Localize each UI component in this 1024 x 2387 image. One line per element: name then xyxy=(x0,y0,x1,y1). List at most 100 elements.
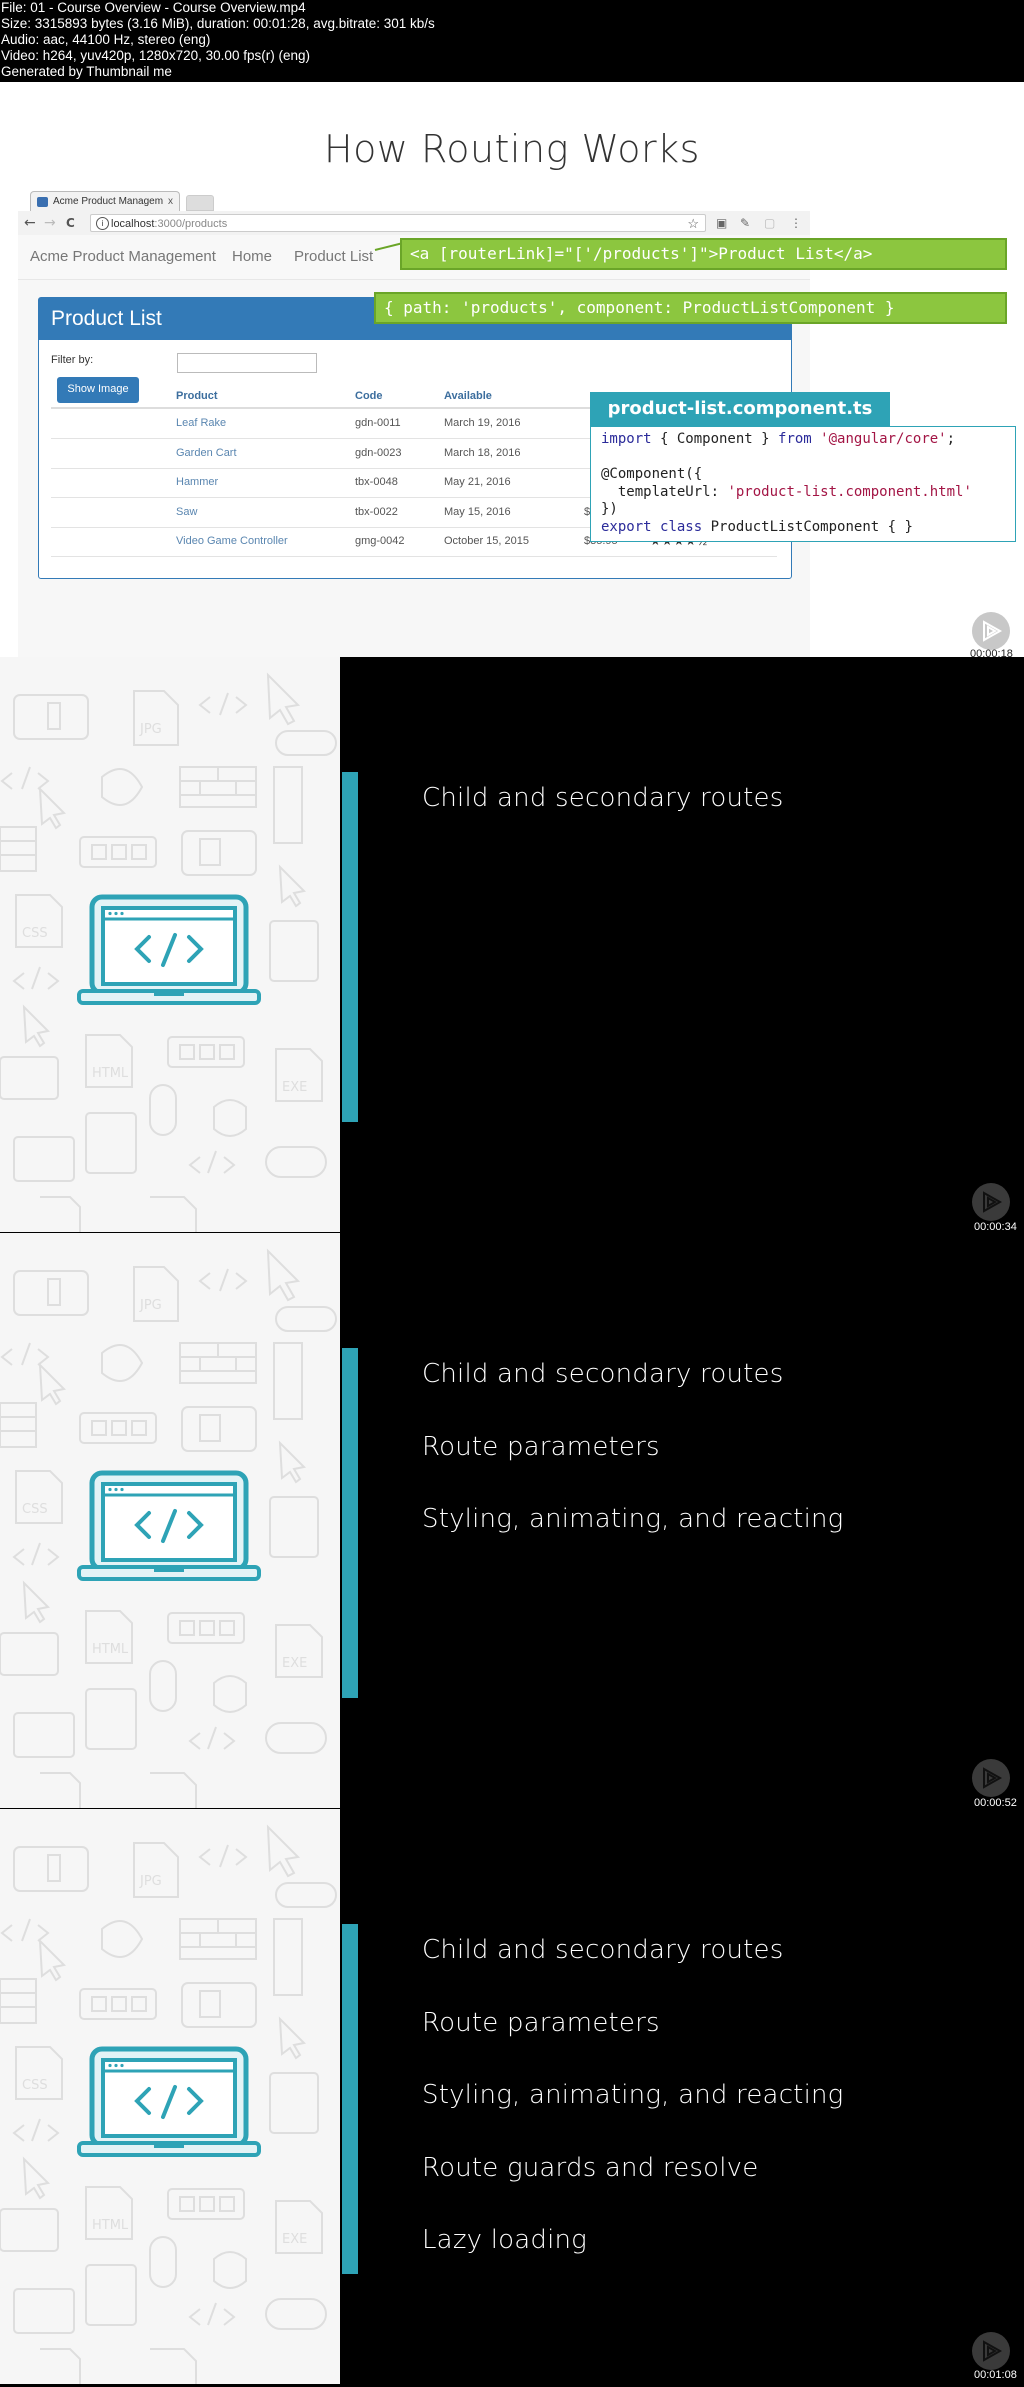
product-code: gdn-0011 xyxy=(355,417,401,429)
file-info-line: Audio: aac, 44100 Hz, stereo (eng) xyxy=(1,32,211,47)
product-code: gdn-0023 xyxy=(355,446,402,459)
svg-text:EXE: EXE xyxy=(282,1656,307,1671)
topic-bullet: Styling, animating, and reacting xyxy=(422,1504,844,1534)
url-path: :3000/products xyxy=(154,218,228,230)
code-text: @Component({ xyxy=(601,466,703,482)
svg-text:CSS: CSS xyxy=(22,1502,48,1517)
code-snippet: product-list.component.ts import { Compo… xyxy=(590,392,1016,542)
product-name-link[interactable]: Saw xyxy=(176,506,197,518)
product-code: gmg-0042 xyxy=(355,535,405,547)
column-header-product: Product xyxy=(176,390,218,402)
back-icon[interactable]: ← xyxy=(24,214,36,232)
laptop-icon-wrapper xyxy=(76,893,262,1011)
column-header-available: Available xyxy=(444,390,492,402)
topic-bullet: Child and secondary routes xyxy=(422,783,784,813)
code-line: }) xyxy=(601,501,1015,519)
app-brand[interactable]: Acme Product Management xyxy=(30,248,216,265)
nav-product-list-link[interactable]: Product List xyxy=(294,248,373,265)
svg-text:JPG: JPG xyxy=(139,1874,162,1889)
svg-text:EXE: EXE xyxy=(282,2232,307,2247)
info-icon: i xyxy=(96,217,109,230)
play-icon xyxy=(983,1191,1003,1213)
code-text: ; xyxy=(946,431,956,447)
video-frame-2: JPG CSS HTML EXE Child and secondary rou… xyxy=(0,657,1024,1232)
tab-title: Acme Product Managem xyxy=(53,196,164,207)
close-tab-icon[interactable]: x xyxy=(168,192,173,212)
column-header-code: Code xyxy=(355,390,383,402)
code-text: { Component } xyxy=(651,431,779,447)
timestamp: 00:00:52 xyxy=(974,1797,1017,1808)
svg-text:JPG: JPG xyxy=(139,1298,162,1313)
filter-input[interactable] xyxy=(177,353,317,373)
accent-bar xyxy=(342,772,358,1122)
laptop-code-icon xyxy=(77,2046,261,2157)
play-button[interactable] xyxy=(972,1183,1010,1221)
file-info-line: Generated by Thumbnail me xyxy=(1,64,172,79)
code-line: templateUrl: 'product-list.component.htm… xyxy=(601,484,1015,502)
svg-text:EXE: EXE xyxy=(282,1080,307,1095)
code-filename: product-list.component.ts xyxy=(590,392,890,426)
slide-title: How Routing Works xyxy=(324,127,700,171)
route-config-callout: { path: 'products', component: ProductLi… xyxy=(374,292,1007,324)
file-info-line: File: 01 - Course Overview - Course Over… xyxy=(1,0,306,15)
laptop-icon-wrapper xyxy=(76,2045,262,2163)
favicon-icon xyxy=(37,197,48,207)
timestamp: 00:00:34 xyxy=(974,1221,1017,1232)
video-frame-4: JPG CSS HTML EXE Child and secondary rou… xyxy=(0,1809,1024,2384)
forward-icon[interactable]: → xyxy=(44,214,56,232)
release-date: May 21, 2016 xyxy=(444,476,511,488)
reload-icon[interactable]: C xyxy=(66,214,75,232)
code-keyword: import xyxy=(601,431,652,447)
topic-bullet: Child and secondary routes xyxy=(422,1935,784,1965)
video-frame-1: How Routing Works Acme Product Managem x… xyxy=(0,82,1024,657)
svg-text:CSS: CSS xyxy=(22,2078,48,2093)
topic-bullet: Route parameters xyxy=(422,1431,660,1462)
code-text: templateUrl: xyxy=(601,483,728,500)
laptop-code-icon xyxy=(77,894,261,1005)
topic-bullet: Styling, animating, and reacting xyxy=(422,2080,844,2110)
code-string: 'product-list.component.html' xyxy=(727,483,972,500)
product-name-link[interactable]: Leaf Rake xyxy=(176,417,226,429)
topic-bullet: Child and secondary routes xyxy=(422,1359,784,1389)
file-info-line: Video: h264, yuv420p, 1280x720, 30.00 fp… xyxy=(1,48,310,63)
release-date: March 19, 2016 xyxy=(444,417,521,429)
topic-bullet: Route parameters xyxy=(422,2007,660,2038)
laptop-code-icon xyxy=(77,1470,261,1581)
file-info-header: File: 01 - Course Overview - Course Over… xyxy=(0,0,1024,82)
code-line: export class ProductListComponent { } xyxy=(601,519,1015,537)
play-button[interactable] xyxy=(972,1759,1010,1797)
code-keyword: export xyxy=(601,518,652,535)
product-name-link[interactable]: Video Game Controller xyxy=(176,535,288,547)
router-link-callout: <a [routerLink]="['/products']">Product … xyxy=(400,238,1007,270)
play-icon xyxy=(983,620,1003,642)
laptop-icon-wrapper xyxy=(76,1469,262,1587)
eyedropper-icon[interactable]: ✎ xyxy=(740,215,750,231)
product-name-link[interactable]: Hammer xyxy=(176,476,218,488)
play-icon xyxy=(983,1767,1003,1789)
timestamp: 00:00:18 xyxy=(970,648,1013,657)
play-icon xyxy=(983,2340,1003,2362)
extension-icon[interactable]: ▣ xyxy=(716,215,727,231)
browser-tab[interactable]: Acme Product Managem x xyxy=(30,191,180,211)
product-name-link[interactable]: Garden Cart xyxy=(176,447,237,459)
code-keyword: from xyxy=(778,431,812,447)
tab-strip: Acme Product Managem x xyxy=(18,187,810,212)
code-line: @Component({ xyxy=(601,466,1015,484)
play-button[interactable] xyxy=(972,612,1010,650)
code-text: }) xyxy=(601,501,618,517)
accent-bar xyxy=(342,1348,358,1698)
code-body: import { Component } from '@angular/core… xyxy=(590,426,1016,542)
address-bar[interactable]: i localhost:3000/products ☆ xyxy=(90,214,706,232)
show-image-button[interactable]: Show Image xyxy=(57,377,139,403)
new-tab-button[interactable] xyxy=(186,195,214,211)
release-date: October 15, 2015 xyxy=(444,535,530,547)
svg-text:HTML: HTML xyxy=(92,2218,129,2233)
nav-home-link[interactable]: Home xyxy=(232,248,272,265)
bookmark-star-icon[interactable]: ☆ xyxy=(687,215,699,233)
filter-label: Filter by: xyxy=(51,354,94,366)
extension-icon[interactable]: ▢ xyxy=(764,215,775,231)
code-keyword: class xyxy=(660,518,703,535)
play-button[interactable] xyxy=(972,2332,1010,2370)
menu-kebab-icon[interactable]: ⋮ xyxy=(790,215,802,231)
